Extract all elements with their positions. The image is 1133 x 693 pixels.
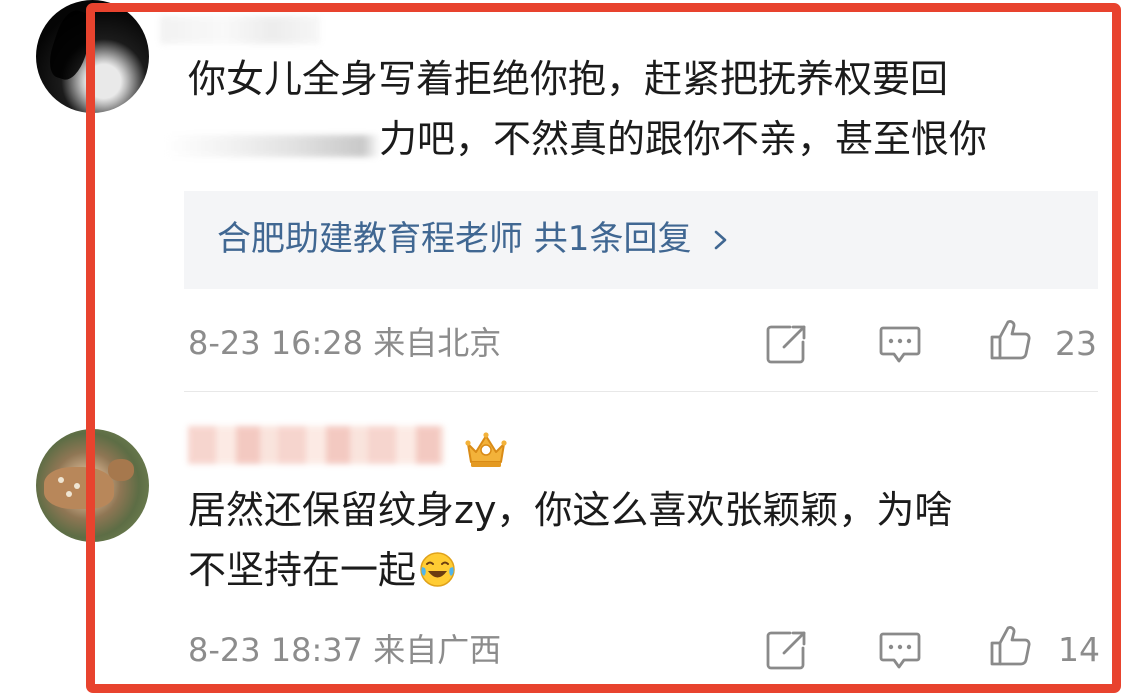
timestamp: 8-23 16:28 bbox=[188, 324, 364, 362]
reply-preview[interactable]: 合肥助建教育程老师 共1条回复 bbox=[184, 191, 1098, 289]
comment-icon[interactable] bbox=[878, 628, 922, 672]
comment-meta: 8-23 18:37 来自广西 bbox=[188, 628, 501, 672]
reply-summary-label: 合肥助建教育程老师 共1条回复 bbox=[217, 219, 692, 259]
like-icon[interactable] bbox=[988, 624, 1032, 668]
comment-text-line: 不坚持在一起 bbox=[188, 541, 456, 600]
blurred-overlay bbox=[165, 135, 380, 157]
blurred-username bbox=[160, 16, 320, 44]
comment-text-line: 你女儿全身写着拒绝你抱，赶紧把抚养权要回 bbox=[188, 57, 949, 101]
laughing-crying-emoji-icon bbox=[420, 552, 455, 587]
comment-text-line: 居然还保留纹身zy，你这么喜欢张颖颖，为啥 bbox=[188, 488, 953, 532]
share-icon[interactable] bbox=[764, 628, 808, 672]
avatar[interactable] bbox=[36, 0, 149, 113]
comment-text-line: 力吧，不然真的跟你不亲，甚至恨你 bbox=[379, 117, 988, 161]
location: 来自北京 bbox=[373, 324, 502, 362]
avatar[interactable] bbox=[36, 429, 149, 542]
chevron-right-icon bbox=[715, 230, 727, 250]
like-icon[interactable] bbox=[988, 318, 1032, 362]
comment-divider bbox=[184, 391, 1098, 392]
timestamp: 8-23 18:37 bbox=[188, 631, 364, 669]
location: 来自广西 bbox=[373, 631, 502, 669]
comment-meta: 8-23 16:28 来自北京 bbox=[188, 321, 501, 365]
blurred-username bbox=[188, 426, 444, 464]
comment-icon[interactable] bbox=[878, 322, 922, 366]
comment-screenshot: 你女儿全身写着拒绝你抱，赶紧把抚养权要回 力吧，不然真的跟你不亲，甚至恨你 合肥… bbox=[0, 0, 1133, 693]
share-icon[interactable] bbox=[764, 322, 808, 366]
crown-icon bbox=[465, 432, 507, 467]
reply-link[interactable]: 合肥助建教育程老师 共1条回复 bbox=[217, 214, 731, 264]
comment-text-fragment: 不坚持在一起 bbox=[188, 548, 417, 592]
like-count: 23 bbox=[1055, 324, 1097, 363]
like-count: 14 bbox=[1058, 630, 1100, 669]
